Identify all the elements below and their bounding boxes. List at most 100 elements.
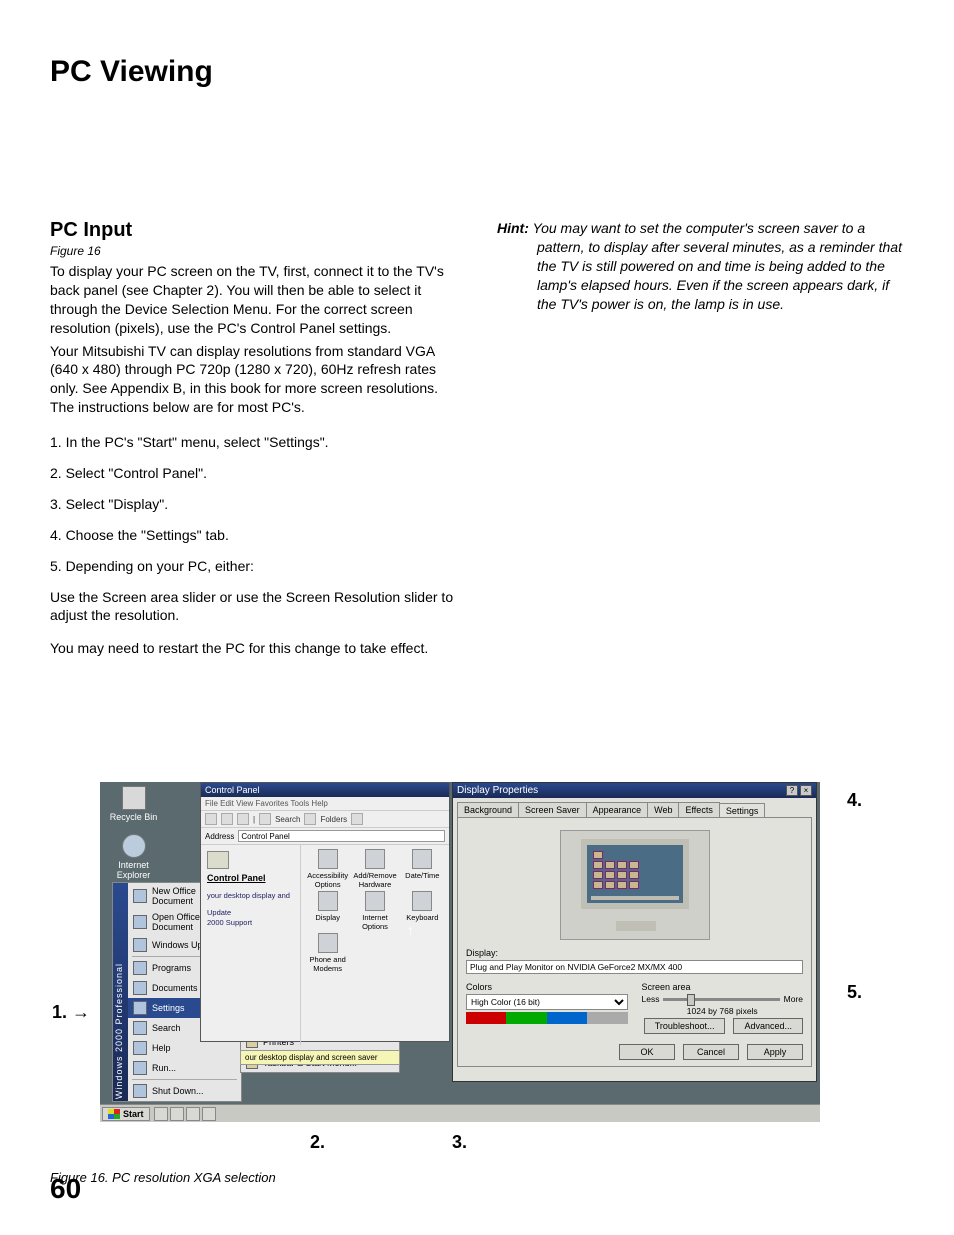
figure-caption: Figure 16. PC resolution XGA selection [50, 1170, 910, 1185]
display-properties-dialog[interactable]: Display Properties ? × Background Screen… [452, 782, 817, 1082]
tab-appearance[interactable]: Appearance [586, 802, 649, 817]
globe-icon [365, 891, 385, 911]
start-menu-sidebar: Windows 2000 Professional [113, 883, 128, 1101]
run-icon [133, 1061, 147, 1075]
left-pane-desc: your desktop display and [207, 891, 294, 900]
globe-icon [133, 938, 147, 952]
control-panel-window[interactable]: Control Panel File Edit View Favorites T… [200, 782, 450, 1042]
tab-effects[interactable]: Effects [678, 802, 719, 817]
tab-settings[interactable]: Settings [719, 803, 766, 818]
forward-icon[interactable] [221, 813, 233, 825]
left-link-support[interactable]: 2000 Support [207, 918, 294, 928]
explorer-title: Control Panel [205, 785, 260, 795]
cp-item-display[interactable]: Display [305, 891, 350, 931]
start-button[interactable]: Start [102, 1107, 150, 1121]
hardware-icon [365, 849, 385, 869]
ql-icon[interactable] [202, 1107, 216, 1121]
explorer-toolbar[interactable]: | Search Folders [201, 810, 449, 828]
apply-button[interactable]: Apply [747, 1044, 803, 1060]
display-value: Plug and Play Monitor on NVIDIA GeForce2… [466, 960, 803, 974]
start-item-shutdown[interactable]: Shut Down... [128, 1081, 241, 1101]
history-icon[interactable] [351, 813, 363, 825]
slider-thumb[interactable] [687, 994, 695, 1006]
step-5: 5. Depending on your PC, either: [50, 557, 457, 576]
dialog-titlebar[interactable]: Display Properties ? × [453, 783, 816, 798]
arrow-up-icon: ↑ [407, 922, 414, 938]
cp-item-internet[interactable]: Internet Options [352, 891, 397, 931]
control-panel-large-icon [207, 851, 229, 869]
color-swatches [466, 1012, 628, 1024]
intro-para-2: Your Mitsubishi TV can display resolutio… [50, 342, 457, 418]
cp-item-accessibility[interactable]: Accessibility Options [305, 849, 350, 889]
step-4: 4. Choose the "Settings" tab. [50, 526, 457, 545]
ok-button[interactable]: OK [619, 1044, 675, 1060]
address-input[interactable] [238, 830, 445, 842]
start-item-run[interactable]: Run... [128, 1058, 241, 1078]
tooltip: our desktop display and screen saver [240, 1050, 400, 1065]
resolution-slider[interactable] [663, 998, 779, 1001]
recycle-bin-icon[interactable]: Recycle Bin [106, 786, 161, 822]
callout-4: 4. [847, 790, 862, 811]
right-column: Hint: You may want to set the computer's… [497, 219, 904, 658]
callout-2: 2. [310, 1132, 325, 1153]
ql-icon[interactable] [170, 1107, 184, 1121]
left-link-update[interactable]: Update [207, 908, 294, 918]
after-steps-2: You may need to restart the PC for this … [50, 639, 457, 658]
quick-launch[interactable] [154, 1107, 216, 1121]
hint-text: You may want to set the computer's scree… [529, 220, 902, 312]
folders-icon[interactable] [304, 813, 316, 825]
accessibility-icon [318, 849, 338, 869]
back-icon[interactable] [205, 813, 217, 825]
folder-icon [133, 981, 147, 995]
advanced-button[interactable]: Advanced... [733, 1018, 803, 1034]
cp-item-addremove[interactable]: Add/Remove Hardware [352, 849, 397, 889]
explorer-address-bar[interactable]: Address [201, 828, 449, 845]
trash-icon [122, 786, 146, 810]
explorer-menubar[interactable]: File Edit View Favorites Tools Help [201, 797, 449, 810]
screen-area-label: Screen area [642, 982, 804, 992]
callout-5: 5. [847, 982, 862, 1003]
callout-1: 1. → [52, 1002, 90, 1023]
windows-flag-icon [108, 1109, 120, 1119]
troubleshoot-button[interactable]: Troubleshoot... [644, 1018, 726, 1034]
section-heading: PC Input [50, 219, 457, 242]
left-column: PC Input Figure 16 To display your PC sc… [50, 219, 457, 658]
page-number: 60 [50, 1173, 81, 1205]
dialog-tabs: Background Screen Saver Appearance Web E… [457, 802, 812, 817]
page-title: PC Viewing [50, 55, 904, 89]
slider-more: More [784, 994, 803, 1004]
internet-explorer-icon[interactable]: Internet Explorer [106, 834, 161, 880]
cp-item-phone[interactable]: Phone and Modems [305, 933, 350, 973]
clock-icon [412, 849, 432, 869]
colors-label: Colors [466, 982, 628, 992]
after-steps-1: Use the Screen area slider or use the Sc… [50, 588, 457, 626]
display-icon [318, 891, 338, 911]
slider-less: Less [642, 994, 660, 1004]
help-button[interactable]: ? [786, 785, 798, 796]
taskbar[interactable]: Start [100, 1104, 820, 1122]
step-1: 1. In the PC's "Start" menu, select "Set… [50, 433, 457, 452]
ql-icon[interactable] [154, 1107, 168, 1121]
doc-icon [133, 889, 147, 903]
ql-icon[interactable] [186, 1107, 200, 1121]
tab-web[interactable]: Web [647, 802, 679, 817]
help-icon [133, 1041, 147, 1055]
search-icon[interactable] [259, 813, 271, 825]
intro-para-1: To display your PC screen on the TV, fir… [50, 262, 457, 338]
folder-icon [133, 961, 147, 975]
figure-reference: Figure 16 [50, 244, 457, 258]
dialog-title: Display Properties [457, 785, 538, 796]
resolution-value: 1024 by 768 pixels [642, 1006, 804, 1016]
tab-background[interactable]: Background [457, 802, 519, 817]
explorer-titlebar[interactable]: Control Panel [201, 783, 449, 797]
tab-screensaver[interactable]: Screen Saver [518, 802, 587, 817]
colors-select[interactable]: High Color (16 bit) [466, 994, 628, 1010]
cancel-button[interactable]: Cancel [683, 1044, 739, 1060]
up-icon[interactable] [237, 813, 249, 825]
ie-icon [122, 834, 146, 858]
explorer-left-pane: Control Panel your desktop display and U… [201, 845, 301, 1045]
close-button[interactable]: × [800, 785, 812, 796]
power-icon [133, 1084, 147, 1098]
cp-item-datetime[interactable]: Date/Time [400, 849, 445, 889]
doc-icon [133, 915, 147, 929]
